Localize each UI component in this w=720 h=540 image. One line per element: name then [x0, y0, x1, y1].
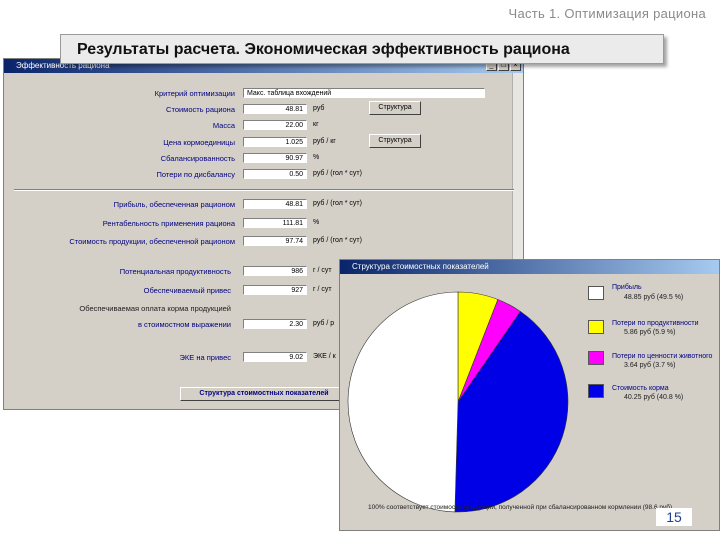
chart-note: 100% соответствует стоимости продукции, … [368, 504, 673, 511]
balance-label: Сбалансированность [160, 154, 235, 163]
pie-slice-profit [347, 291, 459, 513]
potential-unit: г / сут [313, 267, 332, 274]
pay-unit: руб / р [313, 320, 335, 327]
profit-label: Прибыль, обеспеченная рационом [113, 200, 235, 209]
section-divider [14, 189, 514, 191]
pay-field[interactable]: 2.30 [243, 319, 307, 329]
cost-field[interactable]: 48.81 [243, 104, 307, 114]
profitability-field[interactable]: 111.81 [243, 218, 307, 228]
structure-button-1[interactable]: Структура [369, 101, 421, 115]
eke-field[interactable]: 9.02 [243, 352, 307, 362]
structure-button-2[interactable]: Структура [369, 134, 421, 148]
potential-field[interactable]: 986 [243, 266, 307, 276]
loss-label: Потери по дисбалансу [156, 170, 235, 179]
gain-field[interactable]: 927 [243, 285, 307, 295]
legend-value-feed-cost: 40.25 руб (40.8 %) [624, 394, 684, 401]
cost-label: Стоимость рациона [166, 105, 235, 114]
eke-label: ЭКЕ на привес [179, 353, 232, 362]
mass-field[interactable]: 22.00 [243, 120, 307, 130]
legend-value-animal-loss: 3.64 руб (3.7 %) [624, 362, 676, 369]
page-number: 15 [656, 508, 692, 526]
window-title: Структура стоимостных показателей [352, 262, 489, 271]
legend-swatch-feed-cost [588, 384, 604, 398]
legend-value-productivity-loss: 5.86 руб (5.9 %) [624, 329, 676, 336]
profit-field[interactable]: 48.81 [243, 199, 307, 209]
feed-price-field[interactable]: 1.025 [243, 137, 307, 147]
pay-label: в стоимостном выражении [137, 320, 231, 329]
balance-unit: % [313, 154, 320, 161]
profit-unit: руб / (гол * сут) [313, 200, 362, 207]
pay-note-label: Обеспечиваемая оплата корма продукцией [79, 304, 231, 313]
pie-chart [347, 291, 569, 513]
loss-field[interactable]: 0.50 [243, 169, 307, 179]
legend-swatch-animal-loss [588, 351, 604, 365]
legend-label-productivity-loss: Потери по продуктивности [612, 320, 699, 327]
product-cost-unit: руб / (гол * сут) [313, 237, 362, 244]
structure-window-titlebar[interactable]: Структура стоимостных показателей [340, 260, 719, 274]
potential-label: Потенциальная продуктивность [119, 267, 231, 276]
slide-title: Результаты расчета. Экономическая эффект… [60, 34, 664, 64]
cost-unit: руб [313, 105, 325, 112]
legend-swatch-profit [588, 286, 604, 300]
gain-unit: г / сут [313, 286, 332, 293]
product-cost-field[interactable]: 97.74 [243, 236, 307, 246]
eke-unit: ЭКЕ / к [313, 353, 336, 360]
legend-label-animal-loss: Потери по ценности животного [612, 353, 713, 360]
chapter-title: Часть 1. Оптимизация рациона [508, 6, 706, 21]
loss-unit: руб / (гол * сут) [313, 170, 362, 177]
legend-swatch-productivity-loss [588, 320, 604, 334]
criterion-field[interactable]: Макс. таблица вхождений [243, 88, 485, 98]
balance-field[interactable]: 90.97 [243, 153, 307, 163]
legend-label-feed-cost: Стоимость корма [612, 385, 669, 392]
profitability-unit: % [313, 219, 320, 226]
feed-price-unit: руб / кг [313, 138, 336, 145]
product-cost-label: Стоимость продукции, обеспеченной рацион… [69, 237, 235, 246]
criterion-label: Критерий оптимизации [154, 89, 235, 98]
mass-label: Масса [212, 121, 235, 130]
feed-price-label: Цена кормоединицы [163, 138, 235, 147]
legend-label-profit: Прибыль [612, 284, 642, 291]
mass-unit: кг [313, 121, 319, 128]
profitability-label: Рентабельность применения рациона [102, 219, 235, 228]
cost-structure-button[interactable]: Структура стоимостных показателей [180, 387, 348, 401]
legend-value-profit: 48.85 руб (49.5 %) [624, 294, 684, 301]
gain-label: Обеспечиваемый привес [143, 286, 231, 295]
structure-window: Структура стоимостных показателей Прибыл… [339, 259, 720, 531]
